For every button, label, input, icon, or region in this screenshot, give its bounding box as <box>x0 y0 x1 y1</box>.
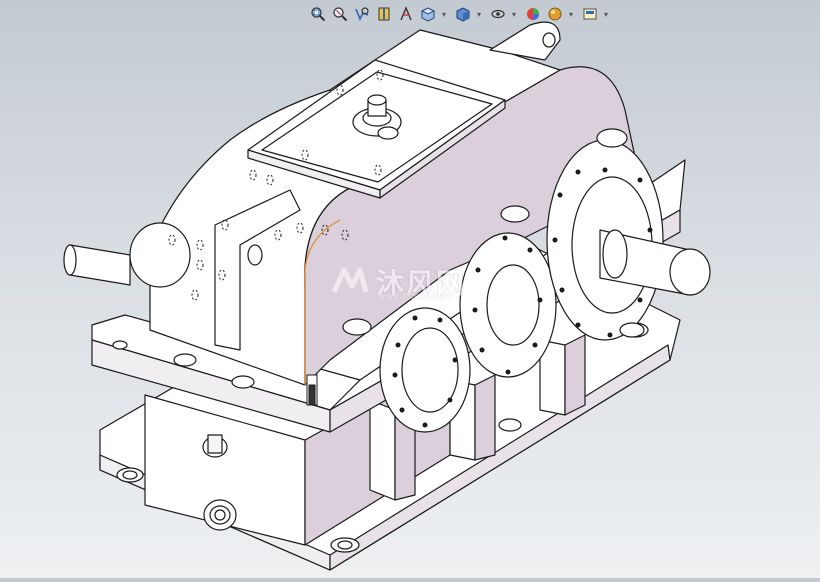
zoom-to-area-icon <box>333 7 348 22</box>
apply-scene-icon <box>548 7 562 21</box>
previous-view-button[interactable] <box>352 4 372 24</box>
view-settings-dropdown[interactable]: ▾ <box>602 10 610 19</box>
hide-show-items-icon <box>491 9 505 19</box>
zoom-to-area-button[interactable] <box>330 4 350 24</box>
hide-show-items-dropdown[interactable]: ▾ <box>510 10 518 19</box>
dynamic-annotation-icon <box>400 6 412 21</box>
edit-appearance-button[interactable] <box>523 4 543 24</box>
section-view-icon <box>378 7 390 21</box>
zoom-to-fit-icon <box>311 7 326 22</box>
input-shaft <box>69 244 131 286</box>
view-orientation-button[interactable] <box>418 4 438 24</box>
dynamic-annotation-button[interactable] <box>396 4 416 24</box>
display-style-button[interactable] <box>453 4 473 24</box>
heads-up-view-toolbar: ▾ ▾ ▾ ▾ ▾ <box>308 3 613 25</box>
view-orientation-icon <box>420 7 436 22</box>
hide-show-items-button[interactable] <box>488 4 508 24</box>
graphics-viewport[interactable] <box>0 0 820 578</box>
previous-view-icon <box>355 7 369 21</box>
view-settings-icon <box>583 8 597 20</box>
view-settings-button[interactable] <box>580 4 600 24</box>
display-style-icon <box>456 7 470 22</box>
zoom-to-fit-button[interactable] <box>308 4 328 24</box>
section-view-button[interactable] <box>374 4 394 24</box>
edit-appearance-icon <box>527 8 539 20</box>
view-orientation-dropdown[interactable]: ▾ <box>440 10 448 19</box>
gear-reducer-model[interactable] <box>0 0 820 578</box>
apply-scene-button[interactable] <box>545 4 565 24</box>
apply-scene-dropdown[interactable]: ▾ <box>567 10 575 19</box>
display-style-dropdown[interactable]: ▾ <box>475 10 483 19</box>
